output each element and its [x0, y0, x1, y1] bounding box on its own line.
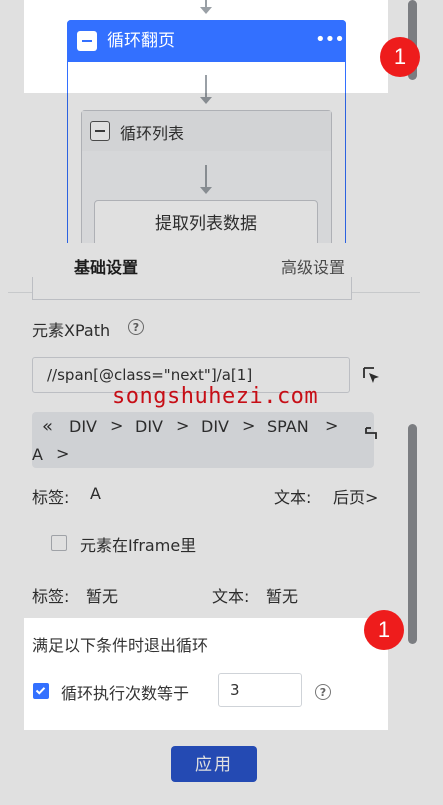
exit-condition-section: 满足以下条件时退出循环 循环执行次数等于 ?	[13, 618, 408, 730]
annotation-badge: 1	[380, 37, 420, 77]
dim-overlay	[0, 0, 24, 805]
exit-condition-title: 满足以下条件时退出循环	[32, 636, 209, 655]
connector-arrow-icon	[200, 7, 212, 14]
more-options-icon[interactable]: •••	[315, 29, 345, 50]
dim-overlay	[388, 0, 443, 805]
loop-count-checkbox[interactable]	[33, 683, 49, 699]
annotation-badge: 1	[364, 610, 404, 650]
dim-overlay	[24, 730, 388, 805]
collapse-icon[interactable]	[77, 31, 97, 51]
help-icon[interactable]: ?	[315, 684, 331, 700]
loop-count-input[interactable]: 3	[218, 673, 302, 707]
loop-count-label: 循环执行次数等于	[61, 684, 190, 703]
dim-overlay	[24, 93, 388, 618]
checkmark-icon	[35, 687, 46, 695]
loop-page-title: 循环翻页	[107, 31, 175, 51]
loop-page-node-header[interactable]: 循环翻页 •••	[67, 20, 346, 62]
